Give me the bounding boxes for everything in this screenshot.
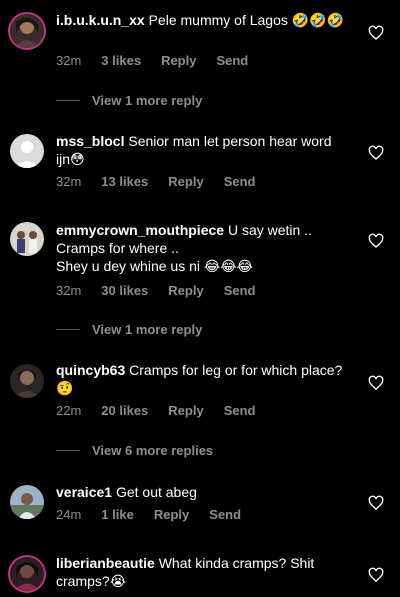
emoji: 🤣🤣🤣 — [291, 13, 345, 29]
timestamp: 22m — [56, 403, 82, 418]
like-heart-icon[interactable] — [368, 495, 384, 511]
avatar[interactable] — [10, 364, 44, 398]
view-replies-button[interactable]: View 6 more replies — [56, 443, 213, 458]
comment-body: U say wetin .. — [227, 222, 312, 238]
like-heart-icon[interactable] — [368, 567, 384, 583]
comment-text: i.b.u.k.u.n_xx Pele mummy of Lagos 🤣🤣🤣 — [56, 11, 346, 30]
emoji: 😭 — [109, 574, 127, 590]
avatar[interactable] — [10, 14, 44, 48]
emoji: 😳 — [70, 152, 85, 168]
reply-button[interactable]: Reply — [168, 283, 203, 298]
send-button[interactable]: Send — [216, 53, 248, 68]
comment-meta: 32m 3 likes Reply Send — [56, 53, 268, 68]
comment-meta: 32m 30 likes Reply Send — [56, 283, 276, 298]
timestamp: 24m — [56, 507, 82, 522]
avatar[interactable] — [10, 134, 44, 168]
like-heart-icon[interactable] — [368, 25, 384, 41]
comment-text: liberianbeautie What kinda cramps? Shit … — [56, 554, 346, 591]
send-button[interactable]: Send — [224, 403, 256, 418]
comment-text: quincyb63 Cramps for leg or for which pl… — [56, 361, 346, 398]
divider-line — [56, 329, 80, 330]
likes-count[interactable]: 20 likes — [101, 403, 148, 418]
view-replies-label: View 1 more reply — [92, 93, 203, 108]
reply-button[interactable]: Reply — [161, 53, 196, 68]
comment-text: mss_blocl Senior man let person hear wor… — [56, 132, 346, 169]
emoji: 😂😂😂 — [203, 259, 253, 275]
comment-body: Cramps for leg or for which place? — [129, 362, 343, 378]
like-heart-icon[interactable] — [368, 375, 384, 391]
view-replies-button[interactable]: View 1 more reply — [56, 322, 202, 337]
comment-text: emmycrown_mouthpiece U say wetin .. Cram… — [56, 221, 346, 276]
send-button[interactable]: Send — [224, 174, 256, 189]
username[interactable]: emmycrown_mouthpiece — [56, 222, 224, 238]
reply-button[interactable]: Reply — [154, 507, 189, 522]
avatar[interactable] — [10, 557, 44, 591]
like-heart-icon[interactable] — [368, 145, 384, 161]
username[interactable]: i.b.u.k.u.n_xx — [56, 12, 145, 28]
username[interactable]: veraice1 — [56, 484, 112, 500]
timestamp: 32m — [56, 283, 82, 298]
reply-button[interactable]: Reply — [168, 174, 203, 189]
username[interactable]: liberianbeautie — [56, 555, 155, 571]
comment-meta: 22m 20 likes Reply Send — [56, 403, 276, 418]
divider-line — [56, 100, 80, 101]
comment-meta: 32m 13 likes Reply Send — [56, 174, 276, 189]
emoji: 🤨 — [56, 381, 74, 397]
send-button[interactable]: Send — [209, 507, 241, 522]
likes-count[interactable]: 3 likes — [101, 53, 141, 68]
comment-body: Get out abeg — [115, 484, 197, 500]
avatar[interactable] — [10, 222, 44, 256]
like-heart-icon[interactable] — [368, 233, 384, 249]
likes-count[interactable]: 1 like — [101, 507, 134, 522]
username[interactable]: quincyb63 — [56, 362, 125, 378]
view-replies-label: View 1 more reply — [92, 322, 203, 337]
likes-count[interactable]: 13 likes — [101, 174, 148, 189]
view-replies-label: View 6 more replies — [92, 443, 214, 458]
timestamp: 32m — [56, 174, 82, 189]
comment-meta: 24m 1 like Reply Send — [56, 507, 261, 522]
comment-body: Pele mummy of Lagos — [148, 12, 288, 28]
view-replies-button[interactable]: View 1 more reply — [56, 93, 202, 108]
reply-button[interactable]: Reply — [168, 403, 203, 418]
send-button[interactable]: Send — [224, 283, 256, 298]
likes-count[interactable]: 30 likes — [101, 283, 148, 298]
avatar[interactable] — [10, 485, 44, 519]
comment-text: veraice1 Get out abeg — [56, 483, 346, 501]
comment-body-line-2: Cramps for where .. — [56, 240, 179, 256]
timestamp: 32m — [56, 53, 82, 68]
comment-body-line-3: Shey u dey whine us ni — [56, 258, 200, 274]
username[interactable]: mss_blocl — [56, 133, 124, 149]
divider-line — [56, 450, 80, 451]
